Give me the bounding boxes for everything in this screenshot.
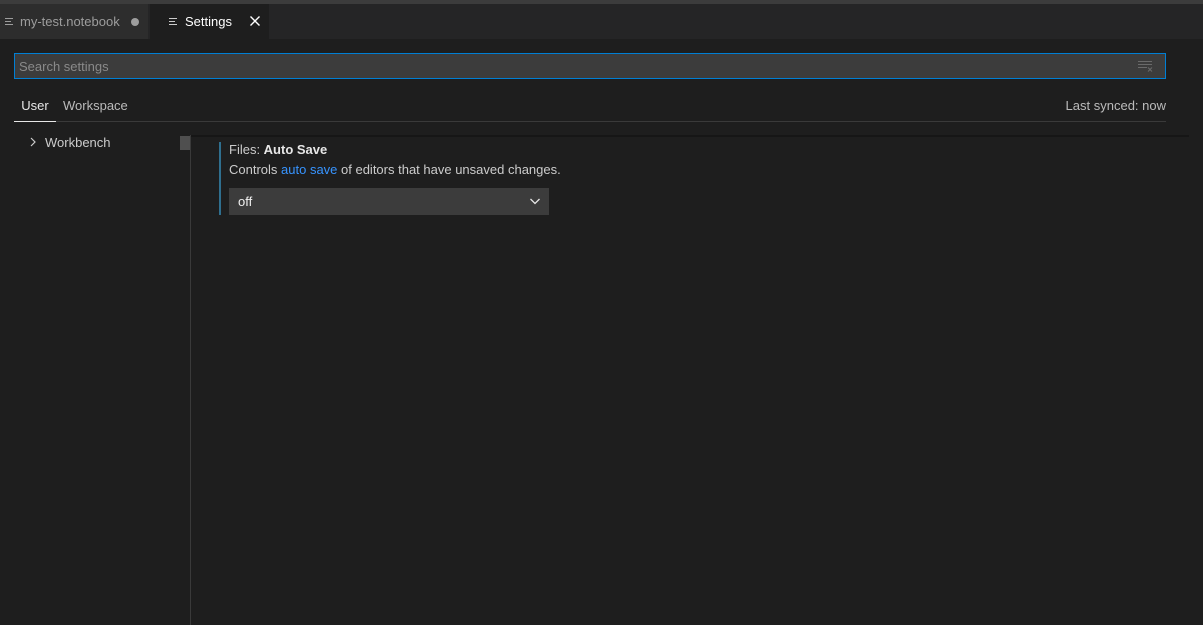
header-shadow bbox=[191, 135, 1189, 137]
notebook-icon bbox=[4, 16, 16, 28]
close-icon[interactable] bbox=[248, 14, 262, 28]
setting-files-auto-save: Files: Auto Save Controls auto save of e… bbox=[219, 142, 919, 215]
desc-text-after: of editors that have unsaved changes. bbox=[337, 162, 561, 177]
toc-scrollbar[interactable] bbox=[180, 136, 190, 150]
settings-scope-tabs: User Workspace Last synced: now bbox=[14, 94, 1166, 122]
setting-name: Auto Save bbox=[263, 142, 328, 157]
tab-user[interactable]: User bbox=[14, 94, 56, 122]
toc-item-label: Workbench bbox=[45, 134, 111, 150]
chevron-down-icon bbox=[529, 195, 541, 207]
tab-label: Settings bbox=[185, 14, 232, 29]
toc-divider[interactable] bbox=[190, 135, 191, 625]
toc-item-workbench[interactable]: Workbench bbox=[28, 132, 111, 152]
search-box bbox=[14, 53, 1166, 79]
unsaved-dot-icon[interactable] bbox=[131, 18, 139, 26]
tab-settings[interactable]: Settings bbox=[150, 4, 269, 39]
search-input[interactable] bbox=[15, 54, 1137, 78]
chevron-right-icon bbox=[28, 136, 40, 148]
sync-status: Last synced: now bbox=[1065, 98, 1166, 113]
setting-category: Files: bbox=[229, 142, 264, 157]
settings-file-icon bbox=[168, 16, 180, 28]
tab-workspace[interactable]: Workspace bbox=[63, 94, 128, 122]
editor-tab-bar: my-test.notebook Settings bbox=[0, 4, 1203, 39]
auto-save-dropdown[interactable]: off bbox=[229, 188, 549, 215]
tab-label: my-test.notebook bbox=[20, 14, 120, 29]
dropdown-value: off bbox=[238, 194, 253, 209]
tab-my-test-notebook[interactable]: my-test.notebook bbox=[0, 4, 149, 39]
setting-description: Controls auto save of editors that have … bbox=[229, 162, 561, 178]
auto-save-link[interactable]: auto save bbox=[281, 162, 337, 177]
setting-title: Files: Auto Save bbox=[229, 142, 327, 158]
clear-filter-icon[interactable] bbox=[1137, 57, 1155, 75]
desc-text-before: Controls bbox=[229, 162, 282, 177]
